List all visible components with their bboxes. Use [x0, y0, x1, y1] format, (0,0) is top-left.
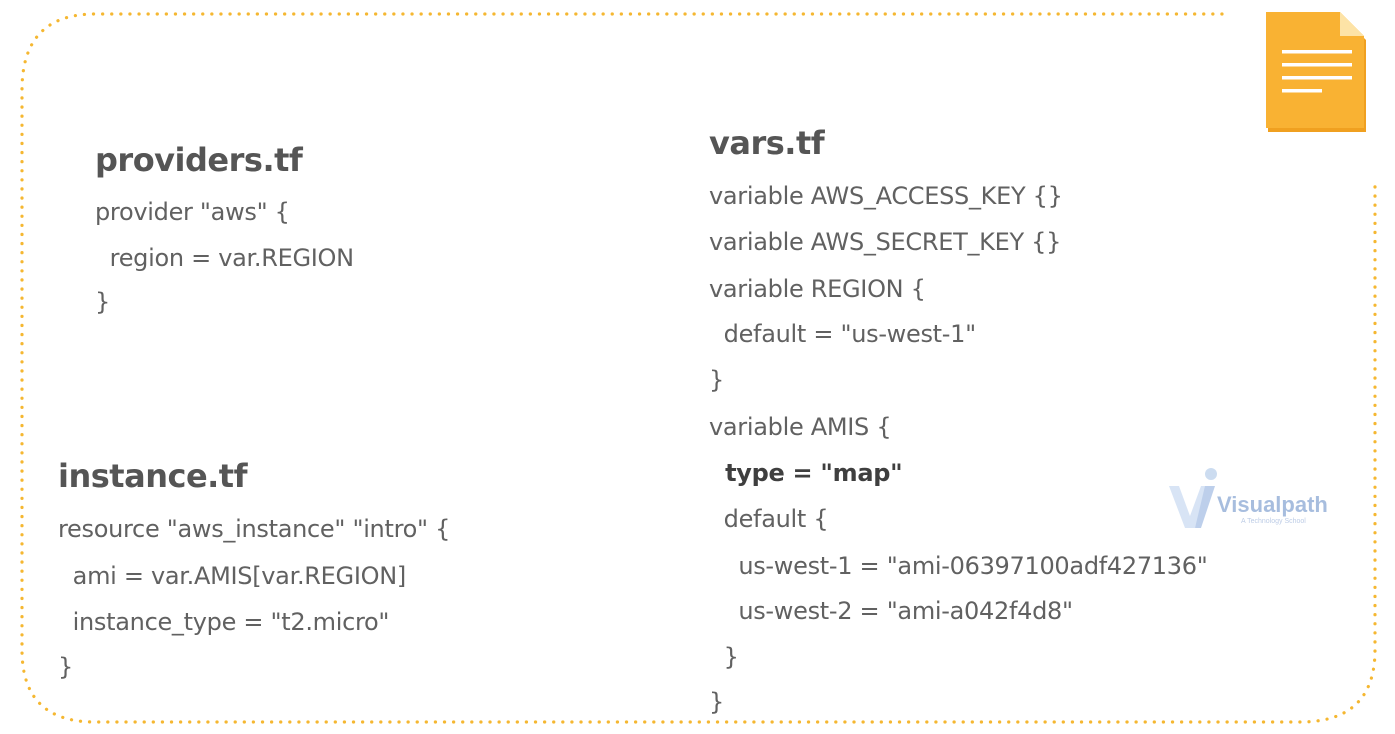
code-line: variable REGION {: [709, 275, 926, 303]
providers-title: providers.tf: [95, 141, 303, 179]
code-line: ami = var.AMIS[var.REGION]: [58, 562, 407, 590]
code-line: }: [709, 366, 724, 394]
watermark-tagline: A Technology School: [1241, 518, 1306, 525]
watermark-name: Visualpath: [1217, 492, 1328, 517]
code-line: default = "us-west-1": [709, 320, 977, 348]
code-line: }: [709, 688, 724, 716]
code-line-emphasized: type = "map": [709, 459, 903, 487]
code-line: us-west-1 = "ami-06397100adf427136": [709, 552, 1208, 580]
code-line: instance_type = "t2.micro": [58, 608, 390, 636]
code-line: }: [709, 643, 739, 671]
code-line: variable AWS_ACCESS_KEY {}: [709, 182, 1063, 210]
vars-title: vars.tf: [709, 124, 825, 162]
code-line: resource "aws_instance" "intro" {: [58, 515, 451, 543]
code-line: variable AWS_SECRET_KEY {}: [709, 228, 1062, 256]
code-line: default {: [709, 505, 829, 533]
visualpath-logo-icon: [1169, 468, 1217, 528]
visualpath-watermark: Visualpath A Technology School: [1165, 466, 1340, 536]
code-line: provider "aws" {: [95, 198, 290, 226]
code-line: variable AMIS {: [709, 413, 892, 441]
instance-title: instance.tf: [58, 457, 248, 495]
code-line: }: [95, 288, 110, 316]
code-line: us-west-2 = "ami-a042f4d8": [709, 597, 1073, 625]
document-icon: [1266, 12, 1366, 132]
code-line: region = var.REGION: [95, 244, 354, 272]
code-line: }: [58, 653, 73, 681]
